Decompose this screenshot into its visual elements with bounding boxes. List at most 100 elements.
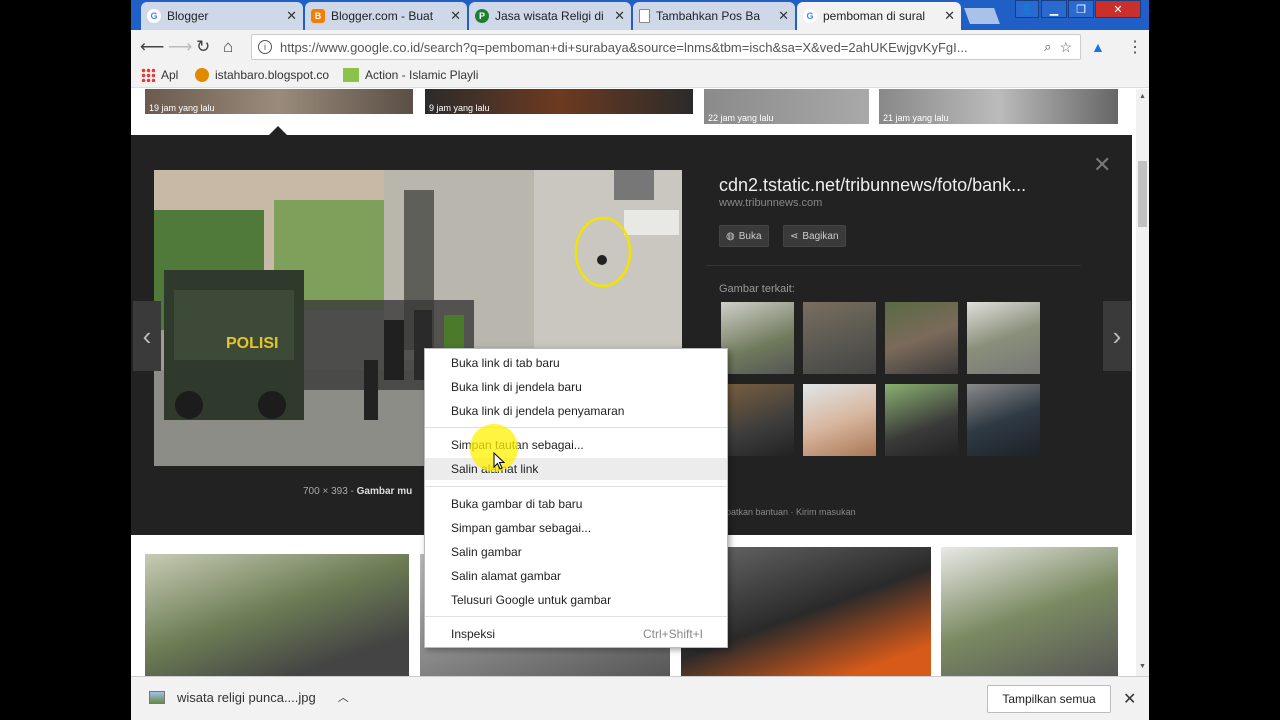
home-icon[interactable]: ⌂	[223, 37, 233, 57]
tab-blogger[interactable]: G Blogger ✕	[141, 2, 303, 30]
menu-item-save-image-as[interactable]: Simpan gambar sebagai...	[425, 517, 727, 539]
url-text: https://www.google.co.id/search?q=pembom…	[280, 39, 968, 55]
tab-title: Blogger.com - Buat	[331, 9, 434, 23]
bookmark-label: Apl	[161, 68, 179, 82]
show-all-button[interactable]: Tampilkan semua	[987, 685, 1111, 713]
related-thumb[interactable]	[721, 384, 794, 456]
blogger-icon	[195, 68, 209, 82]
close-tab-icon[interactable]: ✕	[944, 8, 955, 24]
close-window-icon[interactable]: ✕	[1095, 0, 1141, 18]
related-thumb[interactable]	[967, 302, 1040, 374]
tab-tambahkan-pos[interactable]: Tambahkan Pos Ba ✕	[633, 2, 795, 30]
new-tab-button[interactable]	[964, 8, 1000, 24]
close-tab-icon[interactable]: ✕	[286, 8, 297, 24]
google-g-icon: G	[803, 9, 817, 23]
tab-jasa-wisata[interactable]: P Jasa wisata Religi di ✕	[469, 2, 631, 30]
source-title[interactable]: cdn2.tstatic.net/tribunnews/foto/bank...	[719, 175, 1026, 196]
menu-separator	[425, 616, 727, 617]
related-thumb[interactable]	[721, 302, 794, 374]
close-tab-icon[interactable]: ✕	[778, 8, 789, 24]
address-bar[interactable]: i https://www.google.co.id/search?q=pemb…	[251, 34, 1081, 60]
menu-item-open-link-new-window[interactable]: Buka link di jendela baru	[425, 376, 727, 398]
scroll-up-icon[interactable]: ▲	[1139, 93, 1146, 100]
related-thumb[interactable]	[885, 302, 958, 374]
tab-strip: G Blogger ✕ B Blogger.com - Buat ✕ P Jas…	[131, 0, 1149, 30]
close-tab-icon[interactable]: ✕	[450, 8, 461, 24]
chevron-up-icon[interactable]: ︿	[338, 689, 349, 705]
thumb-caption: 22 jam yang lalu	[708, 113, 774, 123]
related-thumb[interactable]	[803, 302, 876, 374]
thumb-caption: 21 jam yang lalu	[883, 113, 949, 123]
open-label: Buka	[738, 230, 762, 242]
apps-grid-icon	[141, 68, 155, 82]
bookmark-action[interactable]: Action - Islamic Playli	[343, 68, 478, 82]
reload-icon[interactable]: ↻	[196, 37, 210, 57]
download-bar: wisata religi punca....jpg ︿ Tampilkan s…	[131, 676, 1149, 720]
help-feedback-links[interactable]: apatkan bantuan · Kirim masukan	[721, 507, 856, 517]
related-thumb[interactable]	[803, 384, 876, 456]
bookmark-istahbaro[interactable]: istahbaro.blogspot.co	[195, 68, 329, 82]
close-tab-icon[interactable]: ✕	[614, 8, 625, 24]
forward-icon[interactable]: ⟶	[168, 37, 192, 57]
next-image-button[interactable]: ›	[1103, 301, 1131, 371]
download-filename: wisata religi punca....jpg	[177, 689, 316, 705]
tab-title: Blogger	[167, 9, 209, 23]
result-thumb[interactable]	[941, 547, 1118, 676]
menu-item-search-google-for-image[interactable]: Telusuri Google untuk gambar	[425, 589, 727, 611]
image-file-icon	[149, 690, 165, 704]
toolbar: ⟵ ⟶ ↻ ⌂ i https://www.google.co.id/searc…	[131, 30, 1149, 64]
result-thumb[interactable]: 22 jam yang lalu	[704, 89, 869, 124]
scrollbar-thumb[interactable]	[1138, 161, 1147, 227]
info-icon[interactable]: i	[258, 40, 272, 54]
thumb-caption: 19 jam yang lalu	[149, 103, 215, 113]
menu-item-save-link-as[interactable]: Simpan tautan sebagai...	[425, 434, 727, 456]
playlist-icon	[343, 68, 359, 82]
menu-item-label: Inspeksi	[451, 627, 496, 641]
profile-icon[interactable]: 👤	[1015, 0, 1039, 18]
download-item[interactable]: wisata religi punca....jpg ︿	[149, 689, 349, 705]
document-icon	[639, 9, 650, 23]
result-thumb[interactable]: 19 jam yang lalu	[145, 89, 413, 114]
blogger-icon: B	[311, 9, 325, 23]
share-button[interactable]: ⋖ Bagikan	[783, 225, 846, 247]
menu-item-inspect[interactable]: Inspeksi Ctrl+Shift+I	[425, 623, 727, 645]
result-thumb[interactable]	[145, 554, 409, 676]
result-thumb[interactable]: 21 jam yang lalu	[879, 89, 1118, 124]
menu-icon[interactable]: ⋮	[1127, 37, 1143, 57]
image-caption: 700 × 393 - Gambar mu	[303, 486, 413, 497]
bookmark-label: istahbaro.blogspot.co	[215, 68, 330, 82]
restore-icon[interactable]: ❐	[1068, 0, 1094, 18]
menu-item-open-link-new-tab[interactable]: Buka link di tab baru	[425, 352, 727, 374]
scroll-down-icon[interactable]: ▼	[1139, 663, 1146, 670]
related-thumb[interactable]	[885, 384, 958, 456]
menu-item-copy-image-address[interactable]: Salin alamat gambar	[425, 565, 727, 587]
star-icon[interactable]: ☆	[1059, 39, 1072, 56]
menu-item-copy-link-address[interactable]: Salin alamat link	[425, 458, 727, 480]
menu-item-copy-image[interactable]: Salin gambar	[425, 541, 727, 563]
menu-item-open-image-new-tab[interactable]: Buka gambar di tab baru	[425, 493, 727, 515]
menu-item-open-link-incognito[interactable]: Buka link di jendela penyamaran	[425, 400, 727, 422]
minimize-icon[interactable]: ▁	[1041, 0, 1067, 18]
bookmark-apps[interactable]: Apl	[141, 68, 178, 82]
drive-icon[interactable]: ▲	[1091, 39, 1105, 55]
related-thumb[interactable]	[967, 384, 1040, 456]
tab-title: Tambahkan Pos Ba	[656, 9, 761, 23]
tab-title: Jasa wisata Religi di	[495, 9, 604, 23]
back-icon[interactable]: ⟵	[140, 37, 164, 57]
vehicle-label: POLISI	[226, 335, 278, 352]
menu-separator	[425, 486, 727, 487]
tab-blogger-buat[interactable]: B Blogger.com - Buat ✕	[305, 2, 467, 30]
open-button[interactable]: ◍ Buka	[719, 225, 769, 247]
bookmarks-bar: Apl istahbaro.blogspot.co Action - Islam…	[131, 64, 1149, 88]
close-preview-icon[interactable]: ✕	[1093, 152, 1111, 178]
scrollbar[interactable]: ▲ ▼	[1136, 89, 1149, 676]
source-domain[interactable]: www.tribunnews.com	[719, 197, 822, 209]
thumb-caption: 9 jam yang lalu	[429, 103, 490, 113]
result-thumb[interactable]: 9 jam yang lalu	[425, 89, 693, 114]
panel-pointer	[269, 126, 287, 135]
close-download-bar-icon[interactable]: ✕	[1123, 689, 1136, 709]
zoom-icon[interactable]: ⌕	[1044, 39, 1051, 55]
tab-pemboman[interactable]: G pemboman di sural ✕	[797, 2, 961, 30]
image-dimensions: 700 × 393	[303, 486, 348, 497]
previous-image-button[interactable]: ‹	[133, 301, 161, 371]
